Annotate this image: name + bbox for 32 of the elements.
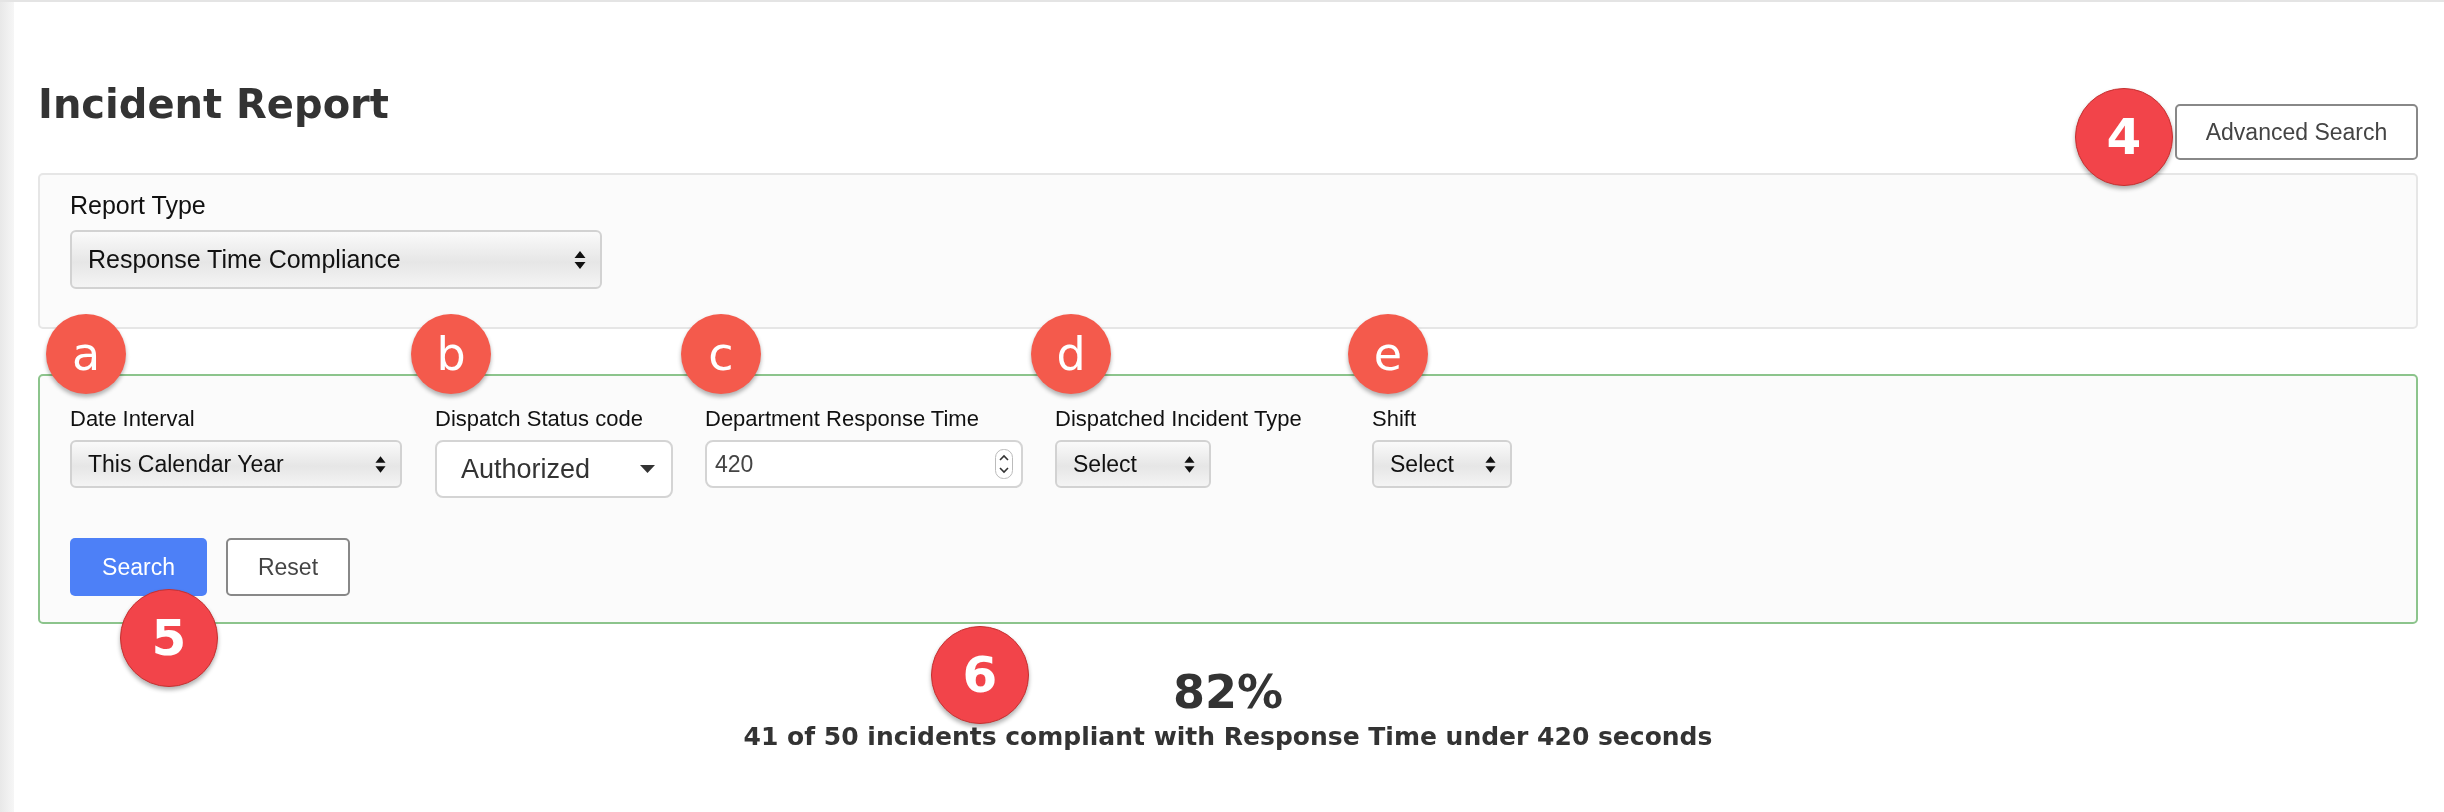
annotation-badge: c: [681, 314, 761, 394]
field-label: Department Response Time: [705, 406, 980, 432]
compliance-percent: 82%: [1172, 664, 1284, 720]
up-down-arrows-icon: [1485, 455, 1496, 473]
select-field[interactable]: Select: [1055, 440, 1211, 488]
annotation-badge: 5: [120, 589, 218, 687]
number-input[interactable]: 420: [705, 440, 1023, 488]
select-field[interactable]: This Calendar Year: [70, 440, 402, 488]
field-label: Shift: [1372, 406, 1418, 432]
field-label: Report Type: [70, 191, 207, 220]
annotation-badge: a: [46, 314, 126, 394]
field-label: Dispatch Status code: [435, 406, 644, 432]
reset-button[interactable]: Reset: [226, 538, 350, 596]
field-label: Date Interval: [70, 406, 196, 432]
search-button[interactable]: Search: [70, 538, 207, 596]
annotation-badge: 6: [930, 626, 1029, 724]
page-title: Incident Report: [38, 80, 389, 129]
annotation-badge: e: [1348, 314, 1428, 394]
annotation-badge: 4: [2075, 88, 2173, 186]
dropdown-field[interactable]: Authorized: [435, 440, 673, 498]
up-down-arrows-icon: [375, 455, 386, 473]
up-down-arrows-icon: [1184, 455, 1195, 473]
select-field[interactable]: Select: [1372, 440, 1512, 488]
annotation-badge: b: [411, 314, 491, 394]
compliance-summary: 41 of 50 incidents compliant with Response Time under 420 seconds: [743, 721, 1713, 753]
caret-down-icon: [640, 465, 655, 473]
annotation-badge: d: [1031, 314, 1111, 394]
spinner-icon: [995, 449, 1013, 479]
up-down-arrows-icon: [574, 250, 586, 269]
advanced-search-button[interactable]: Advanced Search: [2175, 104, 2418, 160]
field-label: Dispatched Incident Type: [1055, 406, 1303, 432]
report-type-select[interactable]: Response Time Compliance: [70, 230, 602, 289]
